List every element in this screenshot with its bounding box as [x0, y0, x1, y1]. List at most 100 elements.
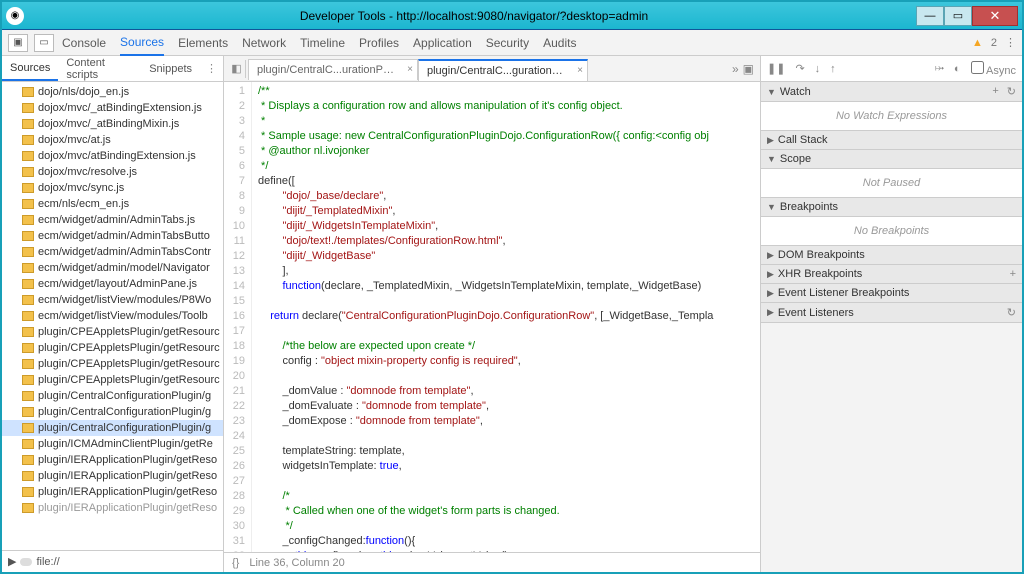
close-tab-icon[interactable]: × [577, 65, 583, 76]
pretty-print-icon[interactable]: {} [232, 557, 239, 569]
file-node[interactable]: plugin/CentralConfigurationPlugin/g [2, 420, 223, 436]
more-tabs-icon[interactable]: » [732, 62, 739, 76]
file-label: dojox/mvc/sync.js [38, 182, 124, 194]
section-call-stack[interactable]: ▶Call Stack [761, 131, 1022, 150]
editor-tab[interactable]: plugin/CentralC...urationPane.js× [248, 59, 418, 80]
add-icon[interactable]: + [992, 85, 998, 98]
step-into-icon[interactable]: ↓ [815, 63, 821, 75]
history-button[interactable]: ◧ [228, 60, 246, 78]
folder-icon [22, 151, 34, 161]
warning-icon[interactable]: ▲ [972, 37, 983, 49]
file-node[interactable]: plugin/CPEAppletsPlugin/getResourc [2, 356, 223, 372]
filepane-tab-snippets[interactable]: Snippets [141, 58, 200, 80]
file-node[interactable]: ecm/widget/admin/AdminTabsButto [2, 228, 223, 244]
folder-icon [22, 503, 34, 513]
expand-arrow-icon[interactable]: ▶ [8, 555, 16, 568]
file-node[interactable]: plugin/ICMAdminClientPlugin/getRe [2, 436, 223, 452]
file-node[interactable]: plugin/CPEAppletsPlugin/getResourc [2, 372, 223, 388]
close-button[interactable]: ✕ [972, 6, 1018, 26]
file-label: plugin/CPEAppletsPlugin/getResourc [38, 326, 220, 338]
file-node[interactable]: dojox/mvc/resolve.js [2, 164, 223, 180]
section-scope[interactable]: ▼Scope [761, 150, 1022, 169]
file-label: ecm/widget/admin/AdminTabs.js [38, 214, 195, 226]
cloud-icon [20, 558, 32, 566]
section-dom-breakpoints[interactable]: ▶DOM Breakpoints [761, 246, 1022, 265]
section-event-listener-breakpoints[interactable]: ▶Event Listener Breakpoints [761, 284, 1022, 303]
folder-icon [22, 183, 34, 193]
filepane-tab-content-scripts[interactable]: Content scripts [58, 52, 141, 86]
file-node[interactable]: ecm/widget/listView/modules/P8Wo [2, 292, 223, 308]
file-node[interactable]: ecm/widget/layout/AdminPane.js [2, 276, 223, 292]
file-node[interactable]: dojox/mvc/at.js [2, 132, 223, 148]
panel-tab-profiles[interactable]: Profiles [359, 31, 399, 55]
folder-icon [22, 119, 34, 129]
file-node[interactable]: plugin/IERApplicationPlugin/getReso [2, 452, 223, 468]
add-icon[interactable]: + [1010, 268, 1016, 280]
panel-tab-timeline[interactable]: Timeline [300, 31, 345, 55]
folder-icon [22, 439, 34, 449]
minimize-button[interactable]: — [916, 6, 944, 26]
folder-icon [22, 327, 34, 337]
more-icon[interactable]: ⋮ [1005, 36, 1016, 49]
cursor-position: Line 36, Column 20 [249, 557, 344, 569]
file-node[interactable]: dojox/mvc/_atBindingMixin.js [2, 116, 223, 132]
refresh-icon[interactable]: ↻ [1007, 85, 1016, 98]
file-node[interactable]: plugin/CPEAppletsPlugin/getResourc [2, 324, 223, 340]
file-node[interactable]: plugin/IERApplicationPlugin/getReso [2, 500, 223, 516]
device-toggle-icon[interactable]: ▭ [34, 34, 54, 52]
file-node[interactable]: plugin/IERApplicationPlugin/getReso [2, 468, 223, 484]
dock-icon[interactable]: ▣ [743, 62, 754, 76]
filepane-tab-sources[interactable]: Sources [2, 57, 58, 81]
file-node[interactable]: dojo/nls/dojo_en.js [2, 84, 223, 100]
pause-icon[interactable]: ❚❚ [767, 62, 785, 75]
inspect-element-icon[interactable]: ▣ [8, 34, 28, 52]
file-pane-footer[interactable]: ▶ file:// [2, 550, 223, 572]
panel-tab-application[interactable]: Application [413, 31, 472, 55]
folder-icon [22, 103, 34, 113]
maximize-button[interactable]: ▭ [944, 6, 972, 26]
file-label: dojox/mvc/_atBindingExtension.js [38, 102, 202, 114]
pause-exceptions-icon[interactable]: ◐ [954, 63, 961, 75]
file-node[interactable]: ecm/nls/ecm_en.js [2, 196, 223, 212]
section-xhr-breakpoints[interactable]: ▶XHR Breakpoints+ [761, 265, 1022, 284]
step-over-icon[interactable]: ↷ [795, 62, 804, 75]
file-node[interactable]: plugin/IERApplicationPlugin/getReso [2, 484, 223, 500]
file-node[interactable]: dojox/mvc/_atBindingExtension.js [2, 100, 223, 116]
file-label: dojo/nls/dojo_en.js [38, 86, 129, 98]
close-tab-icon[interactable]: × [407, 64, 413, 75]
folder-icon [22, 311, 34, 321]
file-node[interactable]: plugin/CentralConfigurationPlugin/g [2, 388, 223, 404]
triangle-icon: ▶ [767, 250, 774, 261]
file-node[interactable]: plugin/CentralConfigurationPlugin/g [2, 404, 223, 420]
file-node[interactable]: dojox/mvc/sync.js [2, 180, 223, 196]
step-out-icon[interactable]: ↑ [830, 63, 836, 75]
file-node[interactable]: dojox/mvc/atBindingExtension.js [2, 148, 223, 164]
file-pane-menu-icon[interactable]: ⋮ [200, 62, 223, 75]
file-node[interactable]: plugin/CPEAppletsPlugin/getResourc [2, 340, 223, 356]
panel-tab-audits[interactable]: Audits [543, 31, 576, 55]
warning-count: 2 [991, 37, 997, 49]
panel-tab-elements[interactable]: Elements [178, 31, 228, 55]
async-checkbox[interactable]: Async [971, 61, 1016, 77]
file-node[interactable]: ecm/widget/admin/model/Navigator [2, 260, 223, 276]
section-breakpoints[interactable]: ▼Breakpoints [761, 198, 1022, 217]
section-title: Watch [780, 86, 811, 98]
deactivate-breakpoints-icon[interactable]: ⤠ [935, 62, 944, 75]
triangle-icon: ▼ [767, 154, 776, 164]
section-title: XHR Breakpoints [778, 268, 862, 280]
file-node[interactable]: ecm/widget/admin/AdminTabs.js [2, 212, 223, 228]
file-label: dojox/mvc/atBindingExtension.js [38, 150, 196, 162]
refresh-icon[interactable]: ↻ [1007, 306, 1016, 319]
panel-tab-security[interactable]: Security [486, 31, 529, 55]
code-area[interactable]: /** * Displays a configuration row and a… [252, 82, 760, 552]
editor-tab[interactable]: plugin/CentralC...gurationRow.js× [418, 59, 588, 81]
section-watch[interactable]: ▼ Watch + ↻ [761, 82, 1022, 102]
footer-label: file:// [36, 556, 59, 568]
file-node[interactable]: ecm/widget/listView/modules/Toolb [2, 308, 223, 324]
window-title: Developer Tools - http://localhost:9080/… [32, 9, 916, 23]
triangle-icon: ▼ [767, 87, 776, 97]
panel-tab-network[interactable]: Network [242, 31, 286, 55]
section-event-listeners[interactable]: ▶Event Listeners↻ [761, 303, 1022, 323]
file-label: plugin/CentralConfigurationPlugin/g [38, 390, 211, 402]
file-node[interactable]: ecm/widget/admin/AdminTabsContr [2, 244, 223, 260]
